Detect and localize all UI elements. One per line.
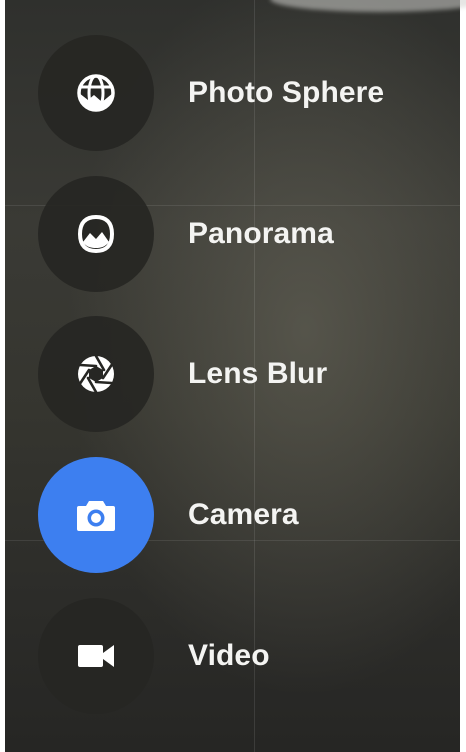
mode-lens-blur[interactable]: Lens Blur <box>38 316 327 432</box>
mode-camera[interactable]: Camera <box>38 457 299 573</box>
mode-video[interactable]: Video <box>38 598 270 714</box>
mode-icon-circle <box>38 598 154 714</box>
mode-label: Photo Sphere <box>188 76 385 109</box>
mode-icon-circle <box>38 316 154 432</box>
mode-icon-circle <box>38 35 154 151</box>
mode-label: Camera <box>188 498 299 531</box>
camera-mode-screen: Photo Sphere Panorama Lens Blur Camera V… <box>0 0 466 752</box>
camera-icon <box>74 493 118 537</box>
mode-list: Photo Sphere Panorama Lens Blur Camera V… <box>5 0 460 752</box>
mode-label: Lens Blur <box>188 357 328 390</box>
mode-panorama[interactable]: Panorama <box>38 176 334 292</box>
videocam-icon <box>74 634 118 678</box>
mode-photo-sphere[interactable]: Photo Sphere <box>38 35 384 151</box>
photo-sphere-icon <box>72 69 120 117</box>
mode-icon-circle <box>38 176 154 292</box>
mode-label: Video <box>188 639 270 672</box>
mode-icon-circle <box>38 457 154 573</box>
panorama-icon <box>74 212 118 256</box>
mode-label: Panorama <box>188 217 334 250</box>
aperture-icon <box>74 352 118 396</box>
